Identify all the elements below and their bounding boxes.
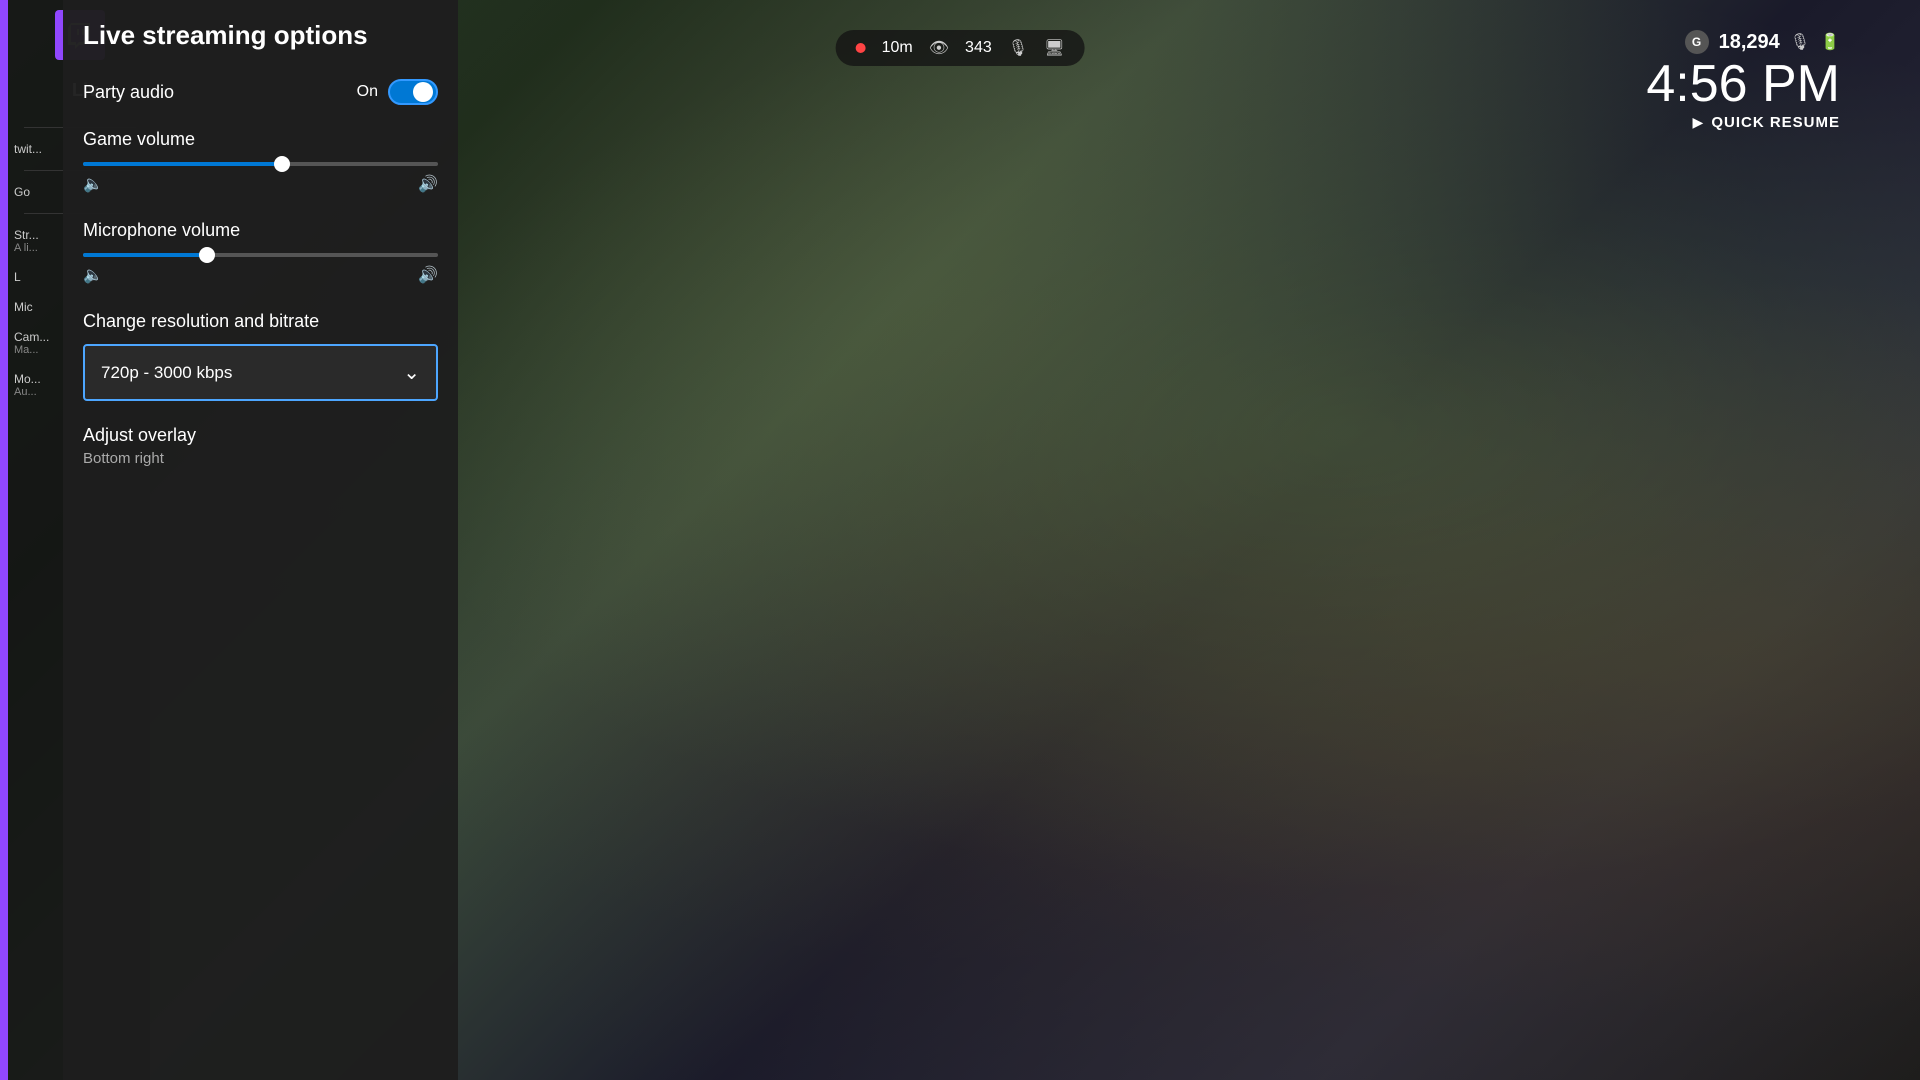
display-hud-icon: 🖥 xyxy=(1044,38,1064,58)
game-volume-thumb[interactable] xyxy=(274,156,290,172)
resolution-dropdown[interactable]: 720p - 3000 kbps ⌄ xyxy=(83,344,438,401)
mic-volume-label: Microphone volume xyxy=(83,220,438,241)
overlay-title[interactable]: Adjust overlay xyxy=(83,425,438,446)
party-audio-row: Party audio On xyxy=(83,79,438,105)
play-icon: ▶ xyxy=(1693,114,1704,131)
chevron-down-icon: ⌄ xyxy=(403,360,420,385)
quick-resume-row[interactable]: ▶ QUICK RESUME xyxy=(1693,114,1840,131)
mic-status-icon: 🎙 xyxy=(1790,32,1810,52)
panel-title: Live streaming options xyxy=(83,20,438,51)
eye-icon: 👁 xyxy=(929,38,949,58)
viewer-count: 343 xyxy=(965,39,992,57)
status-panel: G 18,294 🎙 🔋 4:56 PM ▶ QUICK RESUME xyxy=(1646,30,1840,131)
mic-volume-slider-container[interactable] xyxy=(83,253,438,257)
mic-volume-thumb[interactable] xyxy=(199,247,215,263)
game-volume-fill xyxy=(83,162,282,166)
mic-volume-low-icon: 🔈 xyxy=(83,265,103,285)
game-volume-label: Game volume xyxy=(83,129,438,150)
resolution-label: Change resolution and bitrate xyxy=(83,311,438,332)
settings-panel: Live streaming options Party audio On Ga… xyxy=(63,0,458,1080)
game-volume-high-icon: 🔊 xyxy=(418,174,438,194)
twitch-accent-bar xyxy=(0,0,8,1080)
g-badge: G xyxy=(1685,30,1709,54)
overlay-position: Bottom right xyxy=(83,450,438,467)
quick-resume-label: QUICK RESUME xyxy=(1711,114,1840,131)
game-volume-section: Game volume 🔈 🔊 xyxy=(83,129,438,194)
toggle-container[interactable]: On xyxy=(357,79,438,105)
toggle-knob xyxy=(413,82,433,102)
game-volume-icons: 🔈 🔊 xyxy=(83,174,438,194)
mic-volume-track xyxy=(83,253,438,257)
resolution-section: Change resolution and bitrate 720p - 300… xyxy=(83,311,438,401)
game-volume-slider-container[interactable] xyxy=(83,162,438,166)
gamerscore: 18,294 xyxy=(1719,31,1780,54)
mic-volume-icons: 🔈 🔊 xyxy=(83,265,438,285)
recording-dot-icon xyxy=(856,43,866,53)
mic-volume-high-icon: 🔊 xyxy=(418,265,438,285)
party-audio-label: Party audio xyxy=(83,82,174,103)
hud-bar: 10m 👁 343 🎙 🖥 xyxy=(836,30,1085,66)
stream-duration: 10m xyxy=(882,39,913,57)
game-volume-track xyxy=(83,162,438,166)
status-icons-row: G 18,294 🎙 🔋 xyxy=(1685,30,1840,54)
resolution-selected: 720p - 3000 kbps xyxy=(101,363,232,383)
mic-hud-icon: 🎙 xyxy=(1008,38,1028,58)
toggle-on-text: On xyxy=(357,83,378,101)
mic-volume-fill xyxy=(83,253,207,257)
party-audio-toggle[interactable] xyxy=(388,79,438,105)
mic-volume-section: Microphone volume 🔈 🔊 xyxy=(83,220,438,285)
game-volume-low-icon: 🔈 xyxy=(83,174,103,194)
battery-icon: 🔋 xyxy=(1820,32,1840,52)
overlay-section: Adjust overlay Bottom right xyxy=(83,425,438,467)
current-time: 4:56 PM xyxy=(1646,58,1840,110)
